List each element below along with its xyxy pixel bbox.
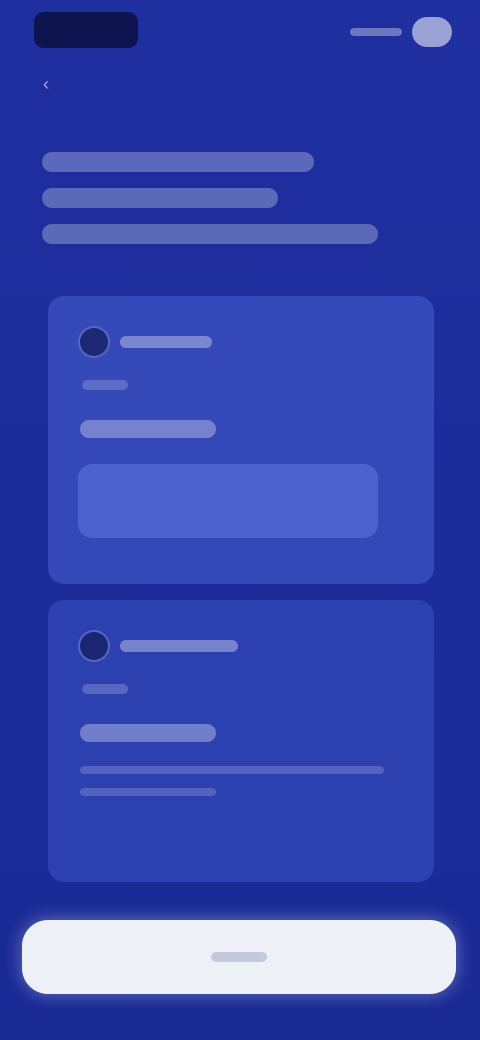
top-bar-actions [350,16,452,48]
card-title [120,640,238,652]
cta-label [211,952,267,962]
card-highlight-box [78,464,378,538]
plan-card-first[interactable] [48,296,434,584]
top-bar [0,0,480,64]
circle-badge-icon [78,326,110,358]
heading-line [42,152,314,172]
back-button[interactable]: ‹ [36,74,56,94]
heading-line [42,224,378,244]
description-line [80,788,216,796]
heading-line [42,188,278,208]
card-header [78,326,212,358]
primary-cta-button[interactable] [22,920,456,994]
app-logo[interactable] [34,12,138,48]
card-description [80,766,384,810]
top-bar-link[interactable] [350,28,402,36]
card-subtitle [82,684,128,694]
circle-badge-icon [78,630,110,662]
card-price [80,724,216,742]
plan-card-second[interactable] [48,600,434,882]
description-line [80,766,384,774]
chevron-left-icon: ‹ [43,73,49,94]
top-bar-action-button[interactable] [412,17,452,47]
card-subtitle [82,380,128,390]
app-screen: ‹ [0,0,480,1040]
card-header [78,630,238,662]
page-heading [42,152,402,260]
card-price [80,420,216,438]
card-title [120,336,212,348]
